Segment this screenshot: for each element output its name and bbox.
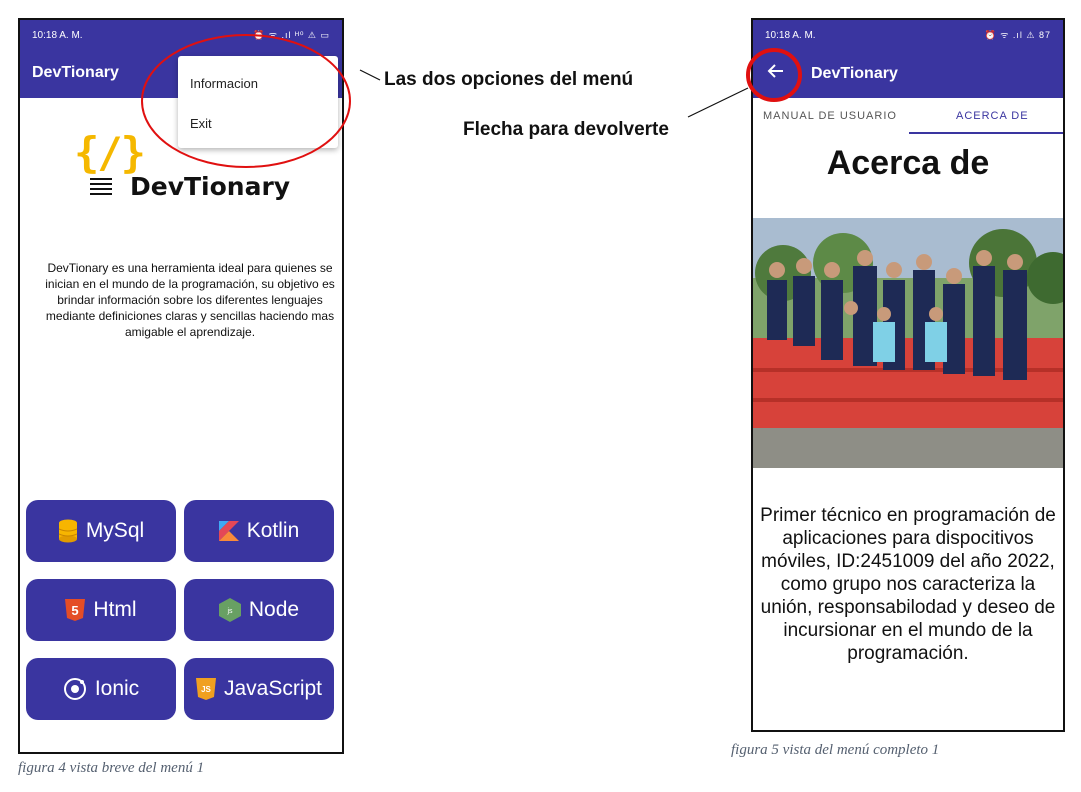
figure-caption-5: figura 5 vista del menú completo 1 [731, 742, 940, 758]
app-title: DevTionary [811, 65, 898, 82]
page-title: Acerca de [826, 144, 990, 182]
annotation-menu-options: Las dos opciones del menú [384, 69, 634, 90]
status-icons: ⏰ ᯤ .ıl ⚠ 87 [984, 30, 1051, 40]
about-text: Primer técnico en programación de aplica… [760, 505, 1056, 664]
status-time: 10:18 A. M. [765, 30, 816, 41]
group-photo [753, 218, 1063, 468]
tab-acerca-de[interactable]: ACERCA DE [956, 110, 1029, 122]
highlight-circle-back-arrow [746, 48, 802, 102]
annotation-back-arrow: Flecha para devolverte [463, 119, 669, 140]
tab-manual-de-usuario[interactable]: MANUAL DE USUARIO [763, 110, 897, 122]
tab-indicator [909, 132, 1063, 134]
phone-screen-2: 10:18 A. M. ⏰ ᯤ .ıl ⚠ 87 DevTionary MANU… [751, 18, 1065, 732]
